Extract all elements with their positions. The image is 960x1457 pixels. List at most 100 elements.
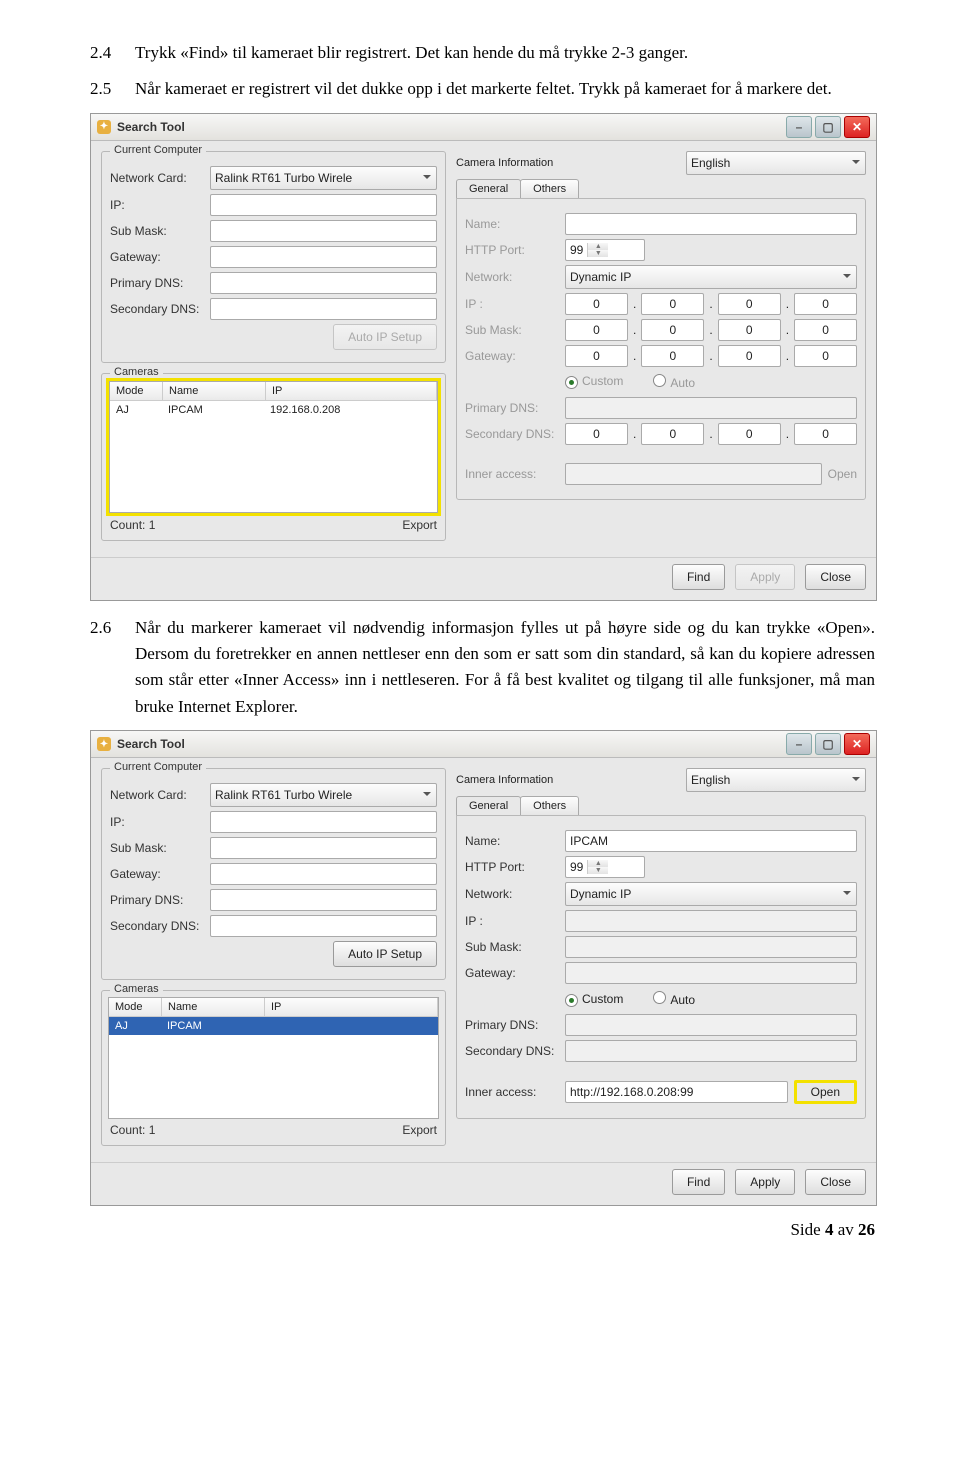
seg[interactable]: 0 xyxy=(641,319,704,341)
label: Network Card: xyxy=(110,788,210,802)
apply-button[interactable]: Apply xyxy=(735,1169,795,1195)
submask-input[interactable] xyxy=(210,220,437,242)
language-select[interactable]: English xyxy=(686,768,866,792)
col-name[interactable]: Name xyxy=(162,998,265,1016)
name-input[interactable]: IPCAM xyxy=(565,830,857,852)
pdns-input[interactable] xyxy=(210,272,437,294)
seg[interactable]: 0 xyxy=(641,423,704,445)
language-select[interactable]: English xyxy=(686,151,866,175)
name-input[interactable] xyxy=(565,213,857,235)
minimize-button[interactable]: – xyxy=(786,733,812,755)
cameras-list[interactable]: Mode Name IP AJ IPCAM xyxy=(108,997,439,1119)
radio-auto[interactable]: Auto xyxy=(653,374,695,390)
network-select[interactable]: Dynamic IP xyxy=(565,265,857,289)
seg[interactable]: 0 xyxy=(641,293,704,315)
label: Secondary DNS: xyxy=(110,302,210,316)
dot-icon: . xyxy=(632,423,637,445)
label: Gateway: xyxy=(465,966,565,980)
apply-button[interactable]: Apply xyxy=(735,564,795,590)
seg[interactable]: 0 xyxy=(794,293,857,315)
radio-custom[interactable]: Custom xyxy=(565,374,623,389)
tab-general[interactable]: General xyxy=(456,179,521,198)
gateway-input[interactable] xyxy=(210,246,437,268)
count-label: Count: 1 xyxy=(110,518,155,532)
find-button[interactable]: Find xyxy=(672,564,725,590)
label: Secondary DNS: xyxy=(465,1044,565,1058)
close-button[interactable]: Close xyxy=(805,564,866,590)
seg[interactable]: 0 xyxy=(565,293,628,315)
cell: AJ xyxy=(110,401,162,419)
network-card-select[interactable]: Ralink RT61 Turbo Wirele xyxy=(210,166,437,190)
maximize-button[interactable]: ▢ xyxy=(815,733,841,755)
seg[interactable]: 0 xyxy=(565,345,628,367)
open-button[interactable]: Open xyxy=(794,1080,857,1104)
group-label: Camera Information xyxy=(456,157,553,169)
maximize-button[interactable]: ▢ xyxy=(815,116,841,138)
seg[interactable]: 0 xyxy=(641,345,704,367)
label: Sub Mask: xyxy=(110,224,210,238)
label: Open xyxy=(797,1083,854,1101)
sdns-input[interactable] xyxy=(210,298,437,320)
seg[interactable]: 0 xyxy=(565,319,628,341)
export-label[interactable]: Export xyxy=(402,518,437,532)
col-mode[interactable]: Mode xyxy=(109,998,162,1016)
col-name[interactable]: Name xyxy=(163,382,266,400)
app-icon: ✦ xyxy=(97,120,111,134)
label: Custom xyxy=(582,992,623,1006)
auto-ip-setup-button[interactable]: Auto IP Setup xyxy=(333,941,437,967)
export-label[interactable]: Export xyxy=(402,1123,437,1137)
camera-row[interactable]: AJ IPCAM xyxy=(109,1017,438,1035)
titlebar: ✦ Search Tool – ▢ ✕ xyxy=(91,114,876,141)
col-ip[interactable]: IP xyxy=(266,382,437,400)
network-select[interactable]: Dynamic IP xyxy=(565,882,857,906)
close-window-button[interactable]: ✕ xyxy=(844,116,870,138)
seg[interactable]: 0 xyxy=(718,423,781,445)
seg[interactable]: 0 xyxy=(794,345,857,367)
dot-icon: . xyxy=(785,293,790,315)
seg[interactable]: 0 xyxy=(565,423,628,445)
http-port-input[interactable]: 99▲▼ xyxy=(565,239,645,261)
seg[interactable]: 0 xyxy=(718,319,781,341)
pdns-input[interactable] xyxy=(210,889,437,911)
open-button[interactable]: Open xyxy=(828,467,857,481)
window-title: Search Tool xyxy=(117,120,783,134)
dot-icon: . xyxy=(708,293,713,315)
submask-input[interactable] xyxy=(210,837,437,859)
label: IP: xyxy=(110,198,210,212)
ip-field[interactable]: 0.0.0.0 xyxy=(565,293,857,315)
cameras-list[interactable]: Mode Name IP AJ IPCAM 192.168.0.208 xyxy=(109,381,438,513)
seg[interactable]: 0 xyxy=(718,345,781,367)
page-footer: Side 4 av 26 xyxy=(90,1220,875,1240)
dot-icon: . xyxy=(708,345,713,367)
spinner-icon[interactable]: ▲▼ xyxy=(587,860,608,874)
col-ip[interactable]: IP xyxy=(265,998,438,1016)
col-mode[interactable]: Mode xyxy=(110,382,163,400)
spinner-icon[interactable]: ▲▼ xyxy=(587,243,608,257)
ip-input[interactable] xyxy=(210,194,437,216)
minimize-button[interactable]: – xyxy=(786,116,812,138)
auto-ip-setup-button[interactable]: Auto IP Setup xyxy=(333,324,437,350)
pdns-r-input xyxy=(565,397,857,419)
seg[interactable]: 0 xyxy=(794,423,857,445)
network-card-select[interactable]: Ralink RT61 Turbo Wirele xyxy=(210,783,437,807)
tab-general[interactable]: General xyxy=(456,796,521,815)
radio-auto[interactable]: Auto xyxy=(653,991,695,1007)
ip-input[interactable] xyxy=(210,811,437,833)
submask-field[interactable]: 0.0.0.0 xyxy=(565,319,857,341)
sdns-field[interactable]: 0.0.0.0 xyxy=(565,423,857,445)
seg[interactable]: 0 xyxy=(794,319,857,341)
sdns-input[interactable] xyxy=(210,915,437,937)
http-port-input[interactable]: 99▲▼ xyxy=(565,856,645,878)
radio-custom[interactable]: Custom xyxy=(565,992,623,1007)
seg[interactable]: 0 xyxy=(718,293,781,315)
tab-others[interactable]: Others xyxy=(520,796,579,815)
gateway-field[interactable]: 0.0.0.0 xyxy=(565,345,857,367)
inner-access-input[interactable]: http://192.168.0.208:99 xyxy=(565,1081,788,1103)
find-button[interactable]: Find xyxy=(672,1169,725,1195)
gateway-input[interactable] xyxy=(210,863,437,885)
label: IP: xyxy=(110,815,210,829)
camera-row[interactable]: AJ IPCAM 192.168.0.208 xyxy=(110,401,437,419)
close-button[interactable]: Close xyxy=(805,1169,866,1195)
close-window-button[interactable]: ✕ xyxy=(844,733,870,755)
tab-others[interactable]: Others xyxy=(520,179,579,198)
